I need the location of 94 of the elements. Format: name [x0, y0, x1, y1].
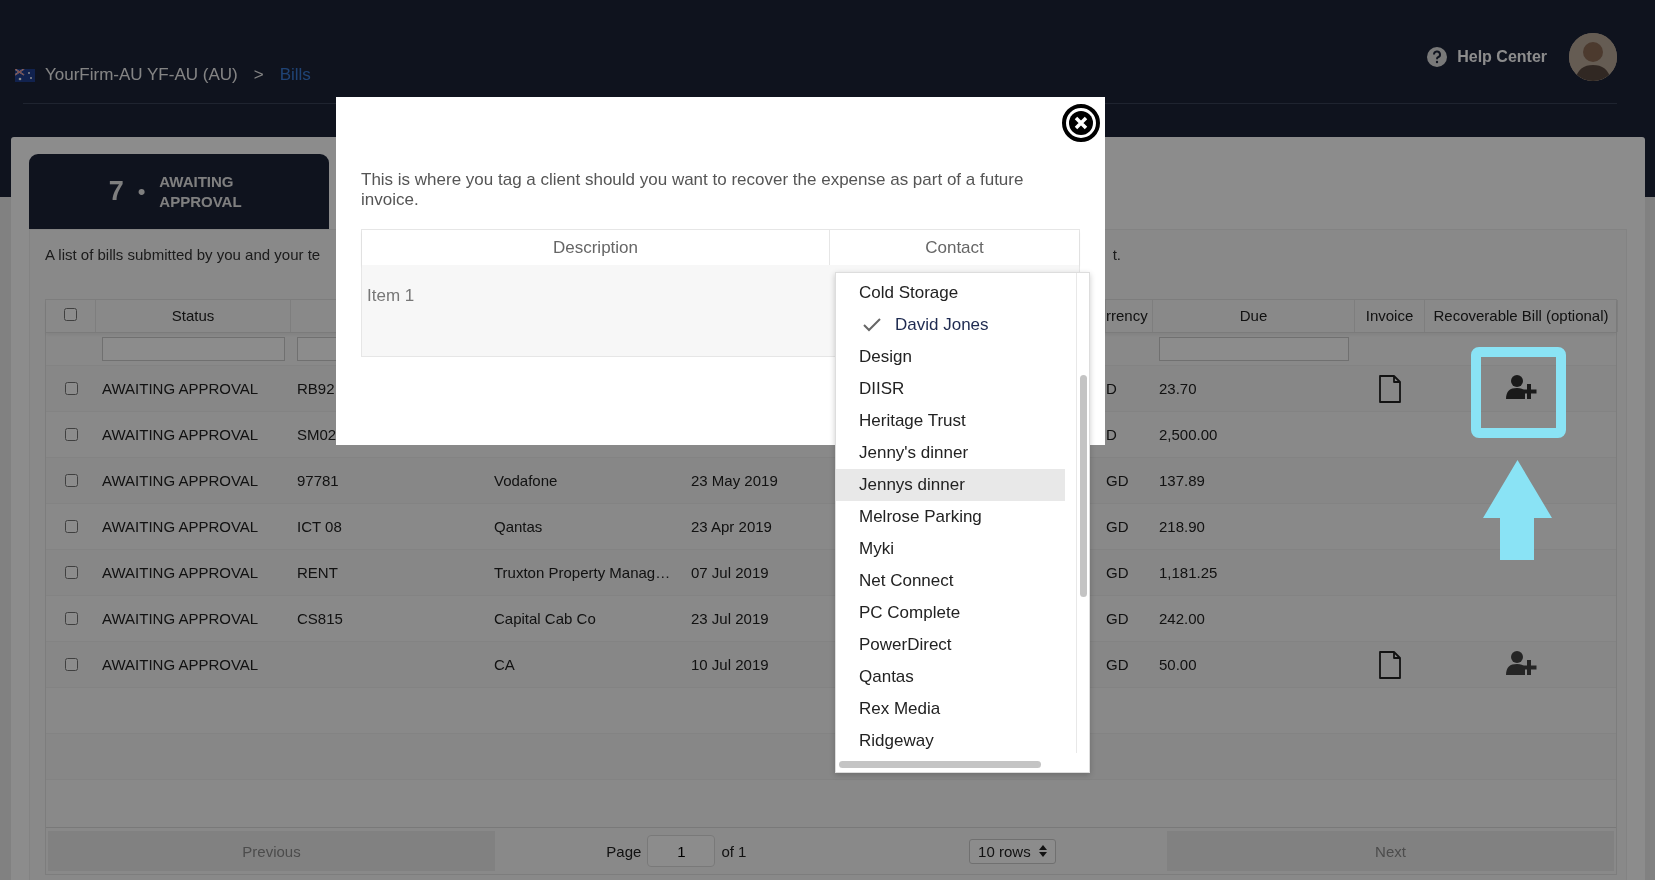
document-icon[interactable] — [1378, 374, 1402, 403]
table-cell-text: 50.00 — [1158, 656, 1198, 673]
table-cell-text: AWAITING APPROVAL — [101, 472, 260, 489]
row-checkbox[interactable] — [64, 566, 78, 579]
dropdown-option[interactable]: Rex Media — [836, 693, 1065, 725]
table-cell-text: 218.90 — [1158, 518, 1206, 535]
column-header[interactable]: Recoverable Bill (optional) — [1425, 300, 1618, 332]
add-person-icon[interactable] — [1505, 374, 1538, 400]
row-checkbox[interactable] — [64, 612, 78, 625]
column-header: Contact — [924, 237, 985, 259]
dropdown-option[interactable]: PC Complete — [836, 597, 1065, 629]
breadcrumb-item[interactable]: YourFirm-AU YF-AU (AU) — [45, 65, 238, 85]
row-checkbox[interactable] — [64, 382, 78, 395]
page-label: Page — [606, 842, 642, 860]
dropdown-option[interactable]: Heritage Trust — [836, 405, 1065, 437]
dropdown-option[interactable]: PowerDirect — [836, 629, 1065, 661]
dropdown-option[interactable]: David Jones — [836, 309, 1065, 341]
column-header[interactable]: Invoice — [1355, 300, 1425, 332]
description-text: t. — [1112, 246, 1121, 265]
table-cell-text: AWAITING APPROVAL — [101, 610, 260, 627]
table-cell-text: GD — [1106, 472, 1130, 489]
dropdown-option[interactable]: Design — [836, 341, 1065, 373]
table-cell: Qantas — [494, 518, 543, 535]
table-cell-text: AWAITING APPROVAL — [101, 656, 260, 673]
rows-select[interactable]: 10 rows — [969, 838, 1056, 864]
table-cell-text: D — [1106, 426, 1118, 443]
table-cell: 97781 — [297, 472, 339, 489]
row-checkbox[interactable] — [64, 658, 78, 671]
filter-field[interactable] — [1159, 337, 1349, 361]
help-link[interactable]: Help Center — [1427, 47, 1547, 67]
dropdown-option[interactable]: Jenny's dinner — [836, 437, 1065, 469]
table-cell: Vodafone — [494, 472, 558, 489]
dropdown-option[interactable]: Myki — [836, 533, 1065, 565]
dropdown-option[interactable]: Net Connect — [836, 565, 1065, 597]
table-cell: CS815 — [297, 610, 343, 627]
column-header[interactable]: rrency — [1106, 300, 1153, 332]
table-cell-text: 137.89 — [1158, 472, 1206, 489]
help-icon — [1427, 47, 1448, 67]
table-cell-text: GD — [1106, 564, 1130, 581]
avatar[interactable] — [1569, 33, 1617, 81]
row-checkbox[interactable] — [64, 428, 78, 441]
table-cell: 10 Jul 2019 — [691, 656, 769, 673]
table-cell-text: 242.00 — [1158, 610, 1206, 627]
intro-text: This is where you tag a client should you want to recover the expense as part of a future invoice. — [361, 170, 1025, 210]
dropdown-option[interactable]: Ridgeway — [836, 725, 1065, 757]
table-cell-text: GD — [1106, 610, 1130, 627]
dropdown-option[interactable]: Jennys dinner — [836, 469, 1065, 501]
table-cell: RENT — [297, 564, 338, 581]
table-cell-text: AWAITING APPROVAL — [101, 380, 260, 397]
sort-caret-icon — [1038, 845, 1047, 857]
document-icon[interactable] — [1378, 650, 1402, 679]
table-cell: Truxton Property Manag… — [494, 564, 671, 581]
table-cell: 23 May 2019 — [691, 472, 778, 489]
table-cell-text: AWAITING APPROVAL — [101, 518, 260, 535]
dropdown-option[interactable]: DIISR — [836, 373, 1065, 405]
bullet: • — [137, 178, 146, 205]
scrollbar-thumb[interactable] — [1080, 375, 1087, 597]
table-cell: RB92 — [297, 380, 335, 397]
table-cell: 07 Jul 2019 — [691, 564, 769, 581]
table-cell: Item 1 — [367, 286, 415, 305]
row-checkbox[interactable] — [64, 520, 78, 533]
breadcrumb-separator: > — [253, 65, 264, 85]
add-person-icon[interactable] — [1505, 650, 1538, 676]
table-cell-text: GD — [1106, 518, 1130, 535]
page-total: of 1 — [721, 842, 747, 860]
dropdown-option[interactable]: Melrose Parking — [836, 501, 1065, 533]
table-cell: 23 Apr 2019 — [691, 518, 772, 535]
status-count: 7 — [108, 176, 124, 207]
check-icon — [863, 318, 881, 332]
select-all-checkbox[interactable] — [64, 308, 77, 321]
column-header[interactable]: Status — [96, 300, 291, 332]
table-cell-text: AWAITING APPROVAL — [101, 426, 260, 443]
table-cell: CA — [494, 656, 515, 673]
table-cell: SM02 — [297, 426, 337, 443]
filter-field[interactable] — [102, 337, 285, 361]
page-field[interactable]: 1 — [647, 835, 716, 867]
dropdown-option[interactable]: Qantas — [836, 661, 1065, 693]
table-cell: Capital Cab Co — [494, 610, 596, 627]
description-text: A list of bills submitted by you and your te — [45, 246, 321, 265]
table-cell-text: 2,500.00 — [1158, 426, 1219, 443]
table-cell-text: D — [1106, 380, 1118, 397]
table-cell: 23 Jul 2019 — [691, 610, 769, 627]
table-cell-text: 1,181.25 — [1158, 564, 1219, 581]
close-icon[interactable] — [1061, 103, 1101, 143]
scrollbar-thumb[interactable] — [839, 761, 1041, 768]
status-label: AWAITING APPROVAL — [159, 171, 243, 212]
table-cell: ICT 08 — [297, 518, 342, 535]
column-header[interactable]: Due — [1153, 300, 1355, 332]
table-cell-text: GD — [1106, 656, 1130, 673]
table-cell-text: AWAITING APPROVAL — [101, 564, 260, 581]
table-cell-text: 23.70 — [1158, 380, 1198, 397]
row-checkbox[interactable] — [64, 474, 78, 487]
flag-icon — [15, 68, 35, 82]
dropdown-option[interactable]: Cold Storage — [836, 277, 1065, 309]
